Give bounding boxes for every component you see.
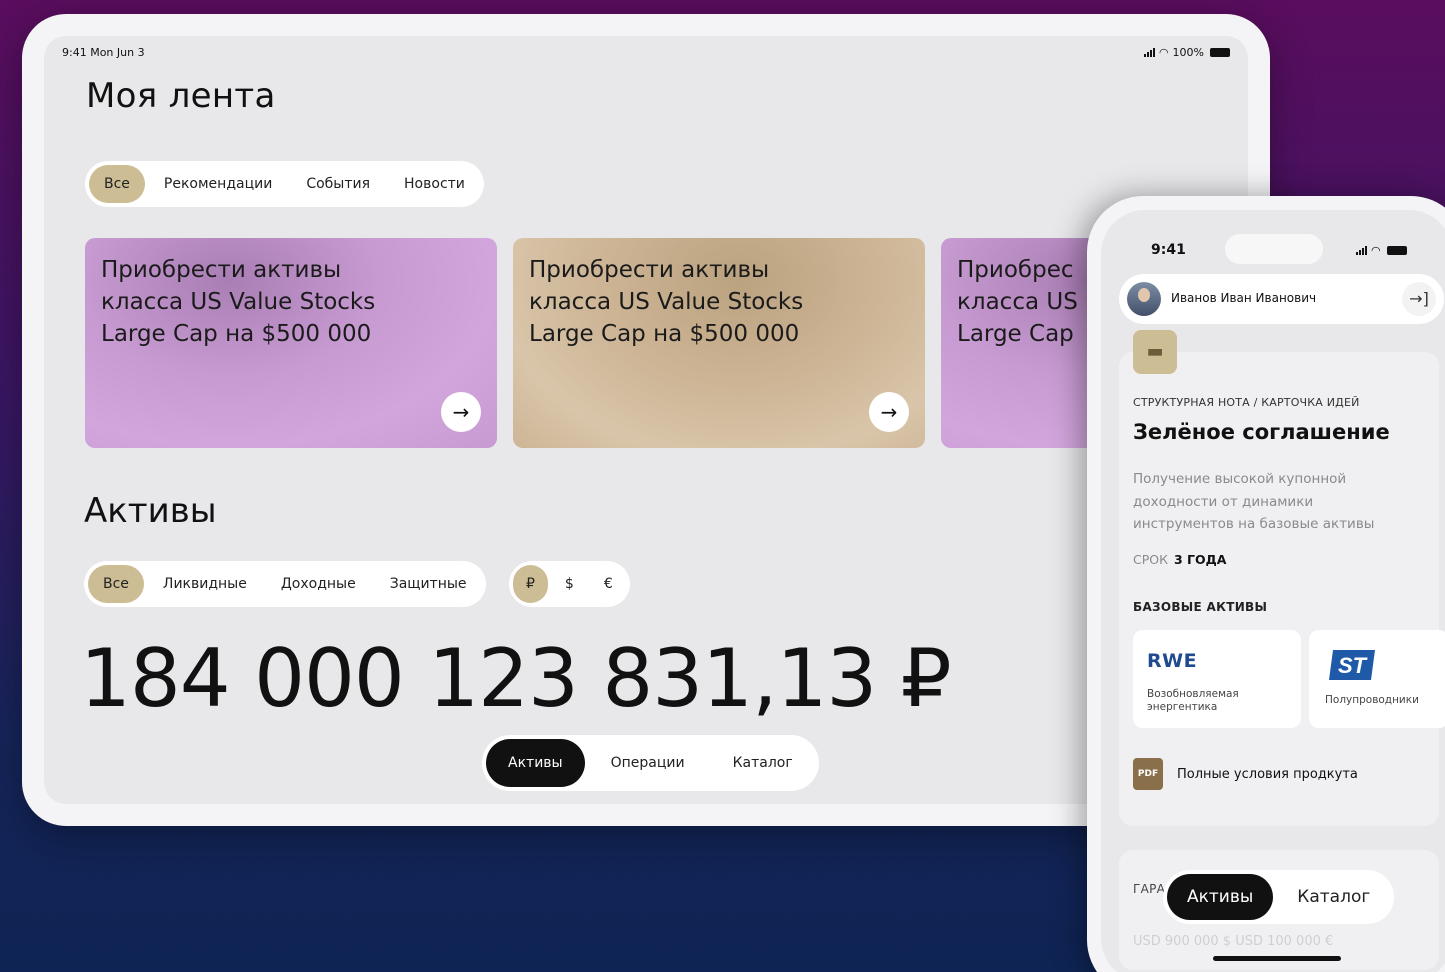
asset-tab-liquid[interactable]: Ликвидные bbox=[148, 565, 262, 603]
tab-recommendations[interactable]: Рекомендации bbox=[149, 165, 287, 203]
asset-tab-protective[interactable]: Защитные bbox=[375, 565, 482, 603]
feed-card[interactable]: Приобрести активы класса US Value Stocks… bbox=[513, 238, 925, 448]
user-name: Иванов Иван Иванович bbox=[1171, 291, 1317, 305]
home-indicator bbox=[1213, 956, 1341, 961]
card-line: Приобрес bbox=[957, 257, 1074, 283]
asset-tab-all[interactable]: Все bbox=[88, 565, 144, 603]
nav-assets[interactable]: Активы bbox=[1167, 874, 1274, 920]
signal-icon bbox=[1143, 48, 1155, 57]
rwe-logo: RWE bbox=[1147, 650, 1198, 672]
nav-catalog[interactable]: Каталог bbox=[711, 739, 815, 787]
feed-card-text: Приобрести активы класса US Value Stocks… bbox=[529, 254, 803, 350]
pdf-icon: PDF bbox=[1133, 758, 1163, 790]
currency-rub[interactable]: ₽ bbox=[513, 565, 548, 603]
nav-operations[interactable]: Операции bbox=[589, 739, 707, 787]
tab-news[interactable]: Новости bbox=[389, 165, 480, 203]
guarantee-amounts: USD 900 000 $ USD 100 000 € bbox=[1133, 934, 1334, 949]
asset-tab-income[interactable]: Доходные bbox=[266, 565, 371, 603]
card-line: Large Cap на $500 000 bbox=[101, 321, 372, 347]
total-balance: 184 000 123 831,13 ₽ bbox=[80, 632, 952, 725]
asset-filter-tabs: Все Ликвидные Доходные Защитные bbox=[84, 561, 486, 607]
user-bar: Иванов Иван Иванович →] bbox=[1119, 274, 1444, 324]
phone-bottom-nav: Активы Каталог bbox=[1163, 870, 1395, 924]
status-date: Mon Jun 3 bbox=[90, 46, 145, 59]
dynamic-island bbox=[1225, 234, 1323, 264]
base-assets-heading: БАЗОВЫЕ АКТИВЫ bbox=[1133, 600, 1268, 614]
status-time-date: 9:41 Mon Jun 3 bbox=[62, 46, 145, 59]
tablet-status-bar: 9:41 Mon Jun 3 ◠ 100% bbox=[62, 46, 1230, 60]
status-time: 9:41 bbox=[62, 46, 87, 59]
feed-card-text: Приобрести активы класса US Value Stocks… bbox=[101, 254, 375, 350]
card-line: Приобрести активы bbox=[101, 257, 342, 283]
briefcase-icon: ▬ bbox=[1133, 330, 1177, 374]
base-asset-label: Возобновляемая энергентика bbox=[1147, 688, 1239, 713]
feed-card[interactable]: Приобрести активы класса US Value Stocks… bbox=[85, 238, 497, 448]
currency-usd[interactable]: $ bbox=[552, 565, 587, 603]
arrow-right-icon[interactable]: → bbox=[441, 392, 481, 432]
term-label: СРОК bbox=[1133, 552, 1168, 567]
tablet-bottom-nav: Активы Операции Каталог bbox=[482, 735, 819, 791]
st-logo-text: ST bbox=[1338, 653, 1368, 678]
tab-events[interactable]: События bbox=[291, 165, 385, 203]
base-asset-tile[interactable]: ST Полупроводники bbox=[1309, 630, 1445, 728]
arrow-right-icon[interactable]: → bbox=[869, 392, 909, 432]
product-term: СРОК 3 ГОДА bbox=[1133, 552, 1226, 567]
product-terms-link[interactable]: PDF Полные условия продкута bbox=[1133, 758, 1358, 790]
feed-filter-tabs: Все Рекомендации События Новости bbox=[85, 161, 484, 207]
phone-status-indicators: ◠ bbox=[1356, 244, 1407, 257]
avatar[interactable] bbox=[1127, 282, 1161, 316]
battery-icon bbox=[1210, 48, 1230, 57]
tablet-screen: 9:41 Mon Jun 3 ◠ 100% Моя лента Все Реко… bbox=[44, 36, 1248, 804]
product-terms-label: Полные условия продкута bbox=[1177, 766, 1358, 782]
guarantee-caption: ГАРА bbox=[1133, 882, 1166, 896]
tab-all[interactable]: Все bbox=[89, 165, 145, 203]
currency-switch: ₽ $ € bbox=[509, 561, 630, 607]
card-line: класса US bbox=[957, 289, 1078, 315]
product-description: Получение высокой купонной доходности от… bbox=[1133, 471, 1375, 532]
feed-card-text: Приобрес класса US Large Cap bbox=[957, 254, 1078, 350]
battery-icon bbox=[1386, 246, 1407, 255]
card-line: Приобрести активы bbox=[529, 257, 770, 283]
product-title: Зелёное соглашение bbox=[1133, 420, 1390, 444]
tablet-device: 9:41 Mon Jun 3 ◠ 100% Моя лента Все Реко… bbox=[22, 14, 1270, 826]
phone-status-time: 9:41 bbox=[1151, 242, 1186, 258]
phone-device: 9:41 ◠ Иванов Иван Иванович →] ▬ СТРУКТУ… bbox=[1087, 196, 1445, 972]
battery-percent: 100% bbox=[1172, 46, 1204, 59]
product-caption: СТРУКТУРНАЯ НОТА / КАРТОЧКА ИДЕЙ bbox=[1133, 396, 1360, 409]
status-indicators: ◠ 100% bbox=[1143, 46, 1230, 59]
card-line: Large Cap на $500 000 bbox=[529, 321, 800, 347]
base-asset-tile[interactable]: RWE Возобновляемая энергентика bbox=[1133, 630, 1301, 728]
term-value: 3 ГОДА bbox=[1173, 552, 1227, 567]
signal-icon bbox=[1356, 246, 1367, 255]
currency-eur[interactable]: € bbox=[591, 565, 626, 603]
assets-heading: Активы bbox=[84, 491, 217, 531]
card-line: Large Cap bbox=[957, 321, 1074, 347]
nav-catalog[interactable]: Каталог bbox=[1277, 874, 1390, 920]
wifi-icon: ◠ bbox=[1158, 46, 1169, 59]
base-asset-label: Полупроводники bbox=[1325, 694, 1419, 706]
nav-assets[interactable]: Активы bbox=[486, 739, 585, 787]
page-title: Моя лента bbox=[86, 76, 276, 116]
wifi-icon: ◠ bbox=[1371, 244, 1381, 257]
phone-screen: 9:41 ◠ Иванов Иван Иванович →] ▬ СТРУКТУ… bbox=[1101, 210, 1445, 972]
card-line: класса US Value Stocks bbox=[529, 289, 804, 315]
logout-icon[interactable]: →] bbox=[1402, 282, 1436, 316]
card-line: класса US Value Stocks bbox=[101, 289, 376, 315]
st-logo: ST bbox=[1329, 650, 1375, 680]
